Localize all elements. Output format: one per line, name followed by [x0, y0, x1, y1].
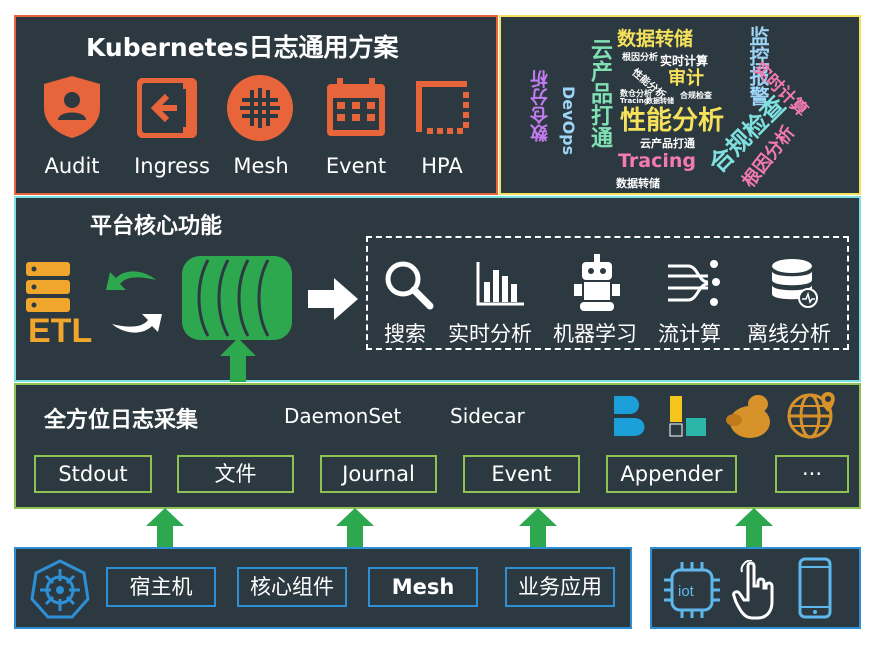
hand-pointer-icon [732, 560, 774, 620]
database-icon [772, 259, 818, 308]
login-arrow-icon [137, 78, 197, 138]
wordcloud-word: Tracing [620, 97, 649, 105]
k8s-core-components: 核心组件 [237, 567, 347, 607]
feature-search: 搜索 [384, 322, 426, 346]
wordcloud-word: 性能分析 [620, 106, 725, 136]
core-title: 平台核心功能 [90, 214, 223, 239]
iot-chip-icon: iot [664, 562, 720, 618]
up-arrow-icon [146, 508, 184, 548]
feature-realtime: 实时分析 [448, 322, 532, 346]
k8s-host: 宿主机 [106, 567, 216, 607]
mode-daemonset: DaemonSet [284, 404, 402, 428]
wordcloud-word: 审计 [668, 68, 704, 89]
mobile-phone-icon [798, 557, 832, 619]
kibana-logo-icon [669, 396, 706, 437]
source-appender: Appender [606, 455, 737, 493]
source-more: ··· [775, 455, 849, 493]
audit-label: Audit [44, 154, 100, 178]
wordcloud-word: 根因分析 [622, 53, 659, 63]
svg-text:iot: iot [678, 583, 695, 600]
log-store-icon [182, 256, 292, 340]
source-file: 文件 [177, 455, 294, 493]
wordcloud-word: DevOps [559, 86, 578, 156]
logstash-logo-icon [614, 396, 645, 436]
wordcloud-word: 数据转储 [617, 28, 694, 50]
k8s-business-app: 业务应用 [505, 567, 615, 607]
globe-pin-icon [787, 392, 835, 439]
wordcloud-word: 数据转储 [646, 97, 674, 105]
collect-title: 全方位日志采集 [44, 408, 199, 433]
feature-ml: 机器学习 [553, 322, 637, 346]
up-arrow-icon [336, 508, 374, 548]
search-icon [385, 261, 434, 310]
etl-server-icon: ETL [26, 262, 92, 346]
svg-text:ETL: ETL [28, 312, 92, 346]
wordcloud-word: 合规检查 [680, 91, 712, 100]
feature-offline: 离线分析 [747, 322, 831, 346]
k8s-mesh: Mesh [368, 567, 478, 607]
hpa-label: HPA [421, 154, 463, 178]
mesh-label: Mesh [233, 154, 289, 178]
sync-arrows-icon [106, 271, 162, 333]
scale-corner-icon [416, 81, 469, 134]
solution-title: Kubernetes日志通用方案 [86, 33, 399, 62]
mode-sidecar: Sidecar [450, 404, 525, 428]
source-event: Event [463, 455, 580, 493]
source-journal: Journal [320, 455, 437, 493]
stream-icon [668, 260, 720, 306]
wordcloud-word: 云产品打通 [640, 137, 695, 150]
wordcloud-word: 实时计算 [660, 54, 709, 68]
robot-icon [574, 254, 620, 311]
up-arrow-icon [220, 338, 256, 382]
wordcloud-word: 数仓分析 [530, 70, 551, 142]
feature-stream: 流计算 [658, 322, 721, 346]
right-arrow-icon [308, 278, 358, 320]
fluentd-logo-icon [726, 395, 770, 438]
wordcloud-word: Tracing [618, 150, 696, 172]
source-stdout: Stdout [34, 455, 152, 493]
bar-chart-icon [476, 262, 524, 306]
wordcloud-word: 数据转储 [616, 177, 660, 190]
grid-mesh-icon [227, 75, 293, 141]
up-arrow-icon [735, 508, 773, 548]
kubernetes-helm-icon [30, 559, 90, 619]
architecture-diagram: Kubernetes日志通用方案 Audit Ingress Mesh Even… [0, 0, 883, 649]
wordcloud-word: 云产品打通 [587, 38, 612, 148]
shield-user-icon [44, 76, 100, 138]
up-arrow-icon [519, 508, 557, 548]
calendar-icon [327, 78, 385, 136]
